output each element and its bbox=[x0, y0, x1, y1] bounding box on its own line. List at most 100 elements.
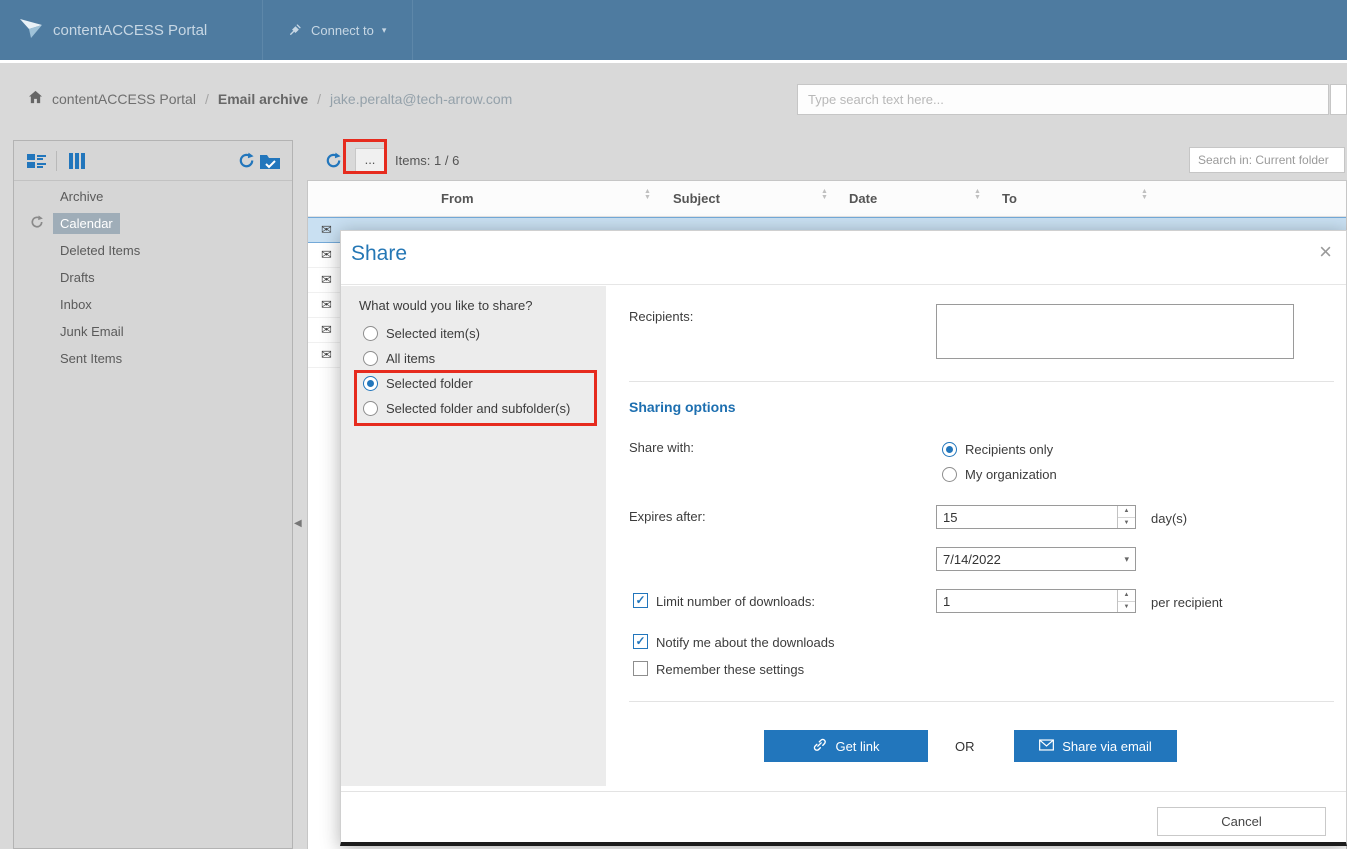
expires-after-label: Expires after: bbox=[629, 509, 706, 524]
modal-header: Share × bbox=[341, 231, 1346, 285]
remember-settings-checkbox[interactable] bbox=[633, 661, 648, 676]
radio-my-organization[interactable]: My organization bbox=[942, 462, 1057, 487]
connect-icon bbox=[289, 22, 303, 39]
breadcrumb-portal[interactable]: contentACCESS Portal bbox=[52, 91, 196, 107]
radio-recipients-only[interactable]: Recipients only bbox=[942, 437, 1053, 462]
breadcrumb: contentACCESS Portal / Email archive / j… bbox=[28, 90, 512, 107]
share-modal: Share × What would you like to share? Se… bbox=[340, 230, 1347, 846]
folder-item-drafts[interactable]: Drafts bbox=[14, 264, 292, 291]
spin-down-icon[interactable]: ▼ bbox=[1118, 602, 1135, 613]
global-search-input[interactable] bbox=[797, 84, 1329, 115]
radio-icon bbox=[363, 326, 378, 341]
get-link-button[interactable]: Get link bbox=[764, 730, 928, 762]
radio-selected-icon bbox=[363, 376, 378, 391]
column-header-from[interactable]: From bbox=[441, 191, 474, 206]
remember-settings-label: Remember these settings bbox=[656, 662, 804, 677]
folder-tree: Archive Calendar Deleted Items Drafts In… bbox=[14, 181, 292, 372]
share-via-email-button[interactable]: Share via email bbox=[1014, 730, 1177, 762]
limit-downloads-label: Limit number of downloads: bbox=[656, 594, 815, 609]
folder-item-sent-items[interactable]: Sent Items bbox=[14, 345, 292, 372]
sidebar-collapse-icon[interactable]: ◀ bbox=[294, 518, 302, 529]
radio-selected-icon bbox=[942, 442, 957, 457]
refresh-tree-icon[interactable] bbox=[234, 149, 258, 173]
envelope-icon: ✉ bbox=[321, 272, 332, 288]
get-link-label: Get link bbox=[835, 739, 879, 754]
radio-icon bbox=[942, 467, 957, 482]
divider bbox=[629, 701, 1334, 702]
chevron-down-icon: ▾ bbox=[382, 25, 387, 36]
notify-downloads-label: Notify me about the downloads bbox=[656, 635, 835, 650]
expire-date-dropdown[interactable]: 7/14/2022 ▾ bbox=[936, 547, 1136, 571]
folder-search-input[interactable] bbox=[1189, 147, 1345, 173]
divider bbox=[341, 791, 1346, 792]
navbar-divider bbox=[0, 60, 1347, 63]
limit-downloads-checkbox[interactable]: ✓ bbox=[633, 593, 648, 608]
envelope-icon: ✉ bbox=[321, 322, 332, 338]
recipients-input[interactable] bbox=[936, 304, 1294, 359]
download-limit-input[interactable] bbox=[937, 590, 1115, 612]
column-header-subject[interactable]: Subject bbox=[673, 191, 720, 206]
sort-icon-subject[interactable]: ▲▼ bbox=[821, 189, 828, 201]
cancel-button[interactable]: Cancel bbox=[1157, 807, 1326, 836]
radio-icon bbox=[363, 351, 378, 366]
email-icon bbox=[1039, 739, 1054, 754]
folder-item-inbox[interactable]: Inbox bbox=[14, 291, 292, 318]
envelope-icon: ✉ bbox=[321, 297, 332, 313]
notify-downloads-checkbox[interactable]: ✓ bbox=[633, 634, 648, 649]
radio-selected-items[interactable]: Selected item(s) bbox=[363, 321, 570, 346]
radio-selected-folder-subfolders[interactable]: Selected folder and subfolder(s) bbox=[363, 396, 570, 421]
modal-title: Share bbox=[351, 242, 407, 266]
download-limit-stepper: ▲ ▼ bbox=[936, 589, 1136, 613]
breadcrumb-email-archive[interactable]: Email archive bbox=[218, 91, 308, 107]
folder-select-icon[interactable] bbox=[258, 149, 282, 173]
divider bbox=[629, 381, 1334, 382]
envelope-icon: ✉ bbox=[321, 222, 332, 238]
close-icon[interactable]: × bbox=[1319, 239, 1332, 265]
sort-icon-date[interactable]: ▲▼ bbox=[974, 189, 981, 201]
table-header-row: From ▲▼ Subject ▲▼ Date ▲▼ To ▲▼ bbox=[308, 181, 1346, 217]
column-header-date[interactable]: Date bbox=[849, 191, 877, 206]
expires-days-stepper: ▲ ▼ bbox=[936, 505, 1136, 529]
breadcrumb-separator: / bbox=[205, 91, 209, 107]
app-brand: contentACCESS Portal bbox=[0, 0, 262, 60]
refresh-list-icon[interactable] bbox=[321, 148, 345, 172]
per-recipient-label: per recipient bbox=[1151, 595, 1223, 610]
folder-item-junk-email[interactable]: Junk Email bbox=[14, 318, 292, 345]
global-search-button[interactable] bbox=[1330, 84, 1347, 115]
connect-label: Connect to bbox=[311, 23, 374, 38]
brand-logo-icon bbox=[18, 15, 44, 45]
toolbar-separator bbox=[56, 151, 57, 171]
current-folder-icon bbox=[30, 215, 44, 232]
spin-up-icon[interactable]: ▲ bbox=[1118, 506, 1135, 518]
folder-item-calendar[interactable]: Calendar bbox=[14, 210, 292, 237]
spin-down-icon[interactable]: ▼ bbox=[1118, 518, 1135, 529]
radio-all-items[interactable]: All items bbox=[363, 346, 570, 371]
folder-item-deleted-items[interactable]: Deleted Items bbox=[14, 237, 292, 264]
link-icon bbox=[812, 737, 827, 755]
folder-sidebar: Archive Calendar Deleted Items Drafts In… bbox=[13, 140, 293, 849]
or-label: OR bbox=[955, 739, 975, 754]
columns-view-icon[interactable] bbox=[65, 149, 89, 173]
home-icon[interactable] bbox=[28, 90, 43, 107]
sharing-options-title: Sharing options bbox=[629, 399, 736, 415]
top-navbar: contentACCESS Portal Connect to ▾ bbox=[0, 0, 1347, 60]
list-toolbar: ... Items: 1 / 6 bbox=[307, 140, 1347, 180]
spin-up-icon[interactable]: ▲ bbox=[1118, 590, 1135, 602]
share-scope-options: Selected item(s) All items Selected fold… bbox=[363, 321, 570, 421]
envelope-icon: ✉ bbox=[321, 247, 332, 263]
share-via-email-label: Share via email bbox=[1062, 739, 1152, 754]
folder-item-archive[interactable]: Archive bbox=[14, 183, 292, 210]
chevron-down-icon: ▾ bbox=[1124, 554, 1129, 565]
sort-icon-to[interactable]: ▲▼ bbox=[1141, 189, 1148, 201]
radio-selected-folder[interactable]: Selected folder bbox=[363, 371, 570, 396]
more-options-button[interactable]: ... bbox=[355, 148, 385, 172]
recipients-label: Recipients: bbox=[629, 309, 693, 324]
share-question: What would you like to share? bbox=[359, 298, 532, 313]
column-header-to[interactable]: To bbox=[1002, 191, 1017, 206]
sort-icon-from[interactable]: ▲▼ bbox=[644, 189, 651, 201]
breadcrumb-mailbox[interactable]: jake.peralta@tech-arrow.com bbox=[330, 91, 512, 107]
envelope-icon: ✉ bbox=[321, 347, 332, 363]
preview-pane-view-icon[interactable] bbox=[24, 149, 48, 173]
connect-to-menu[interactable]: Connect to ▾ bbox=[262, 0, 413, 60]
expires-days-input[interactable] bbox=[937, 506, 1115, 528]
